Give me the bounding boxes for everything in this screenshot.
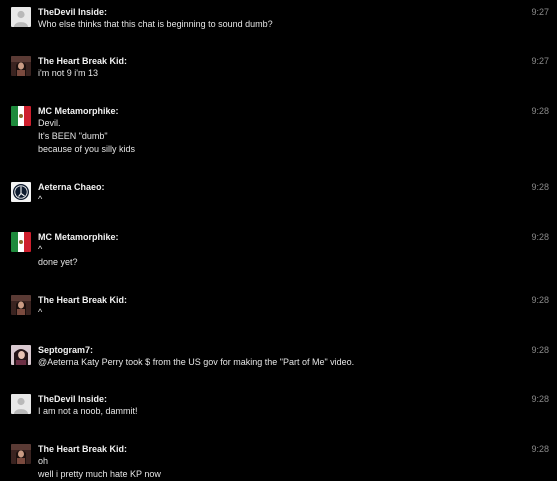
heartbreak-kid-photo-icon[interactable]	[11, 295, 31, 315]
message-timestamp: 9:28	[531, 106, 549, 116]
message-text: @Aeterna Katy Perry took $ from the US g…	[38, 357, 355, 367]
message-author[interactable]: MC Metamorphike:	[38, 105, 119, 117]
heartbreak-kid-photo-icon[interactable]	[11, 444, 31, 464]
message-timestamp: 9:28	[531, 182, 549, 192]
septogram-photo-icon[interactable]	[11, 345, 31, 365]
message-text: oh	[38, 456, 49, 466]
message-text: Devil.	[38, 118, 61, 128]
chat-log: TheDevil Inside: 9:27 Who else thinks th…	[0, 0, 557, 480]
message-text: ^	[38, 194, 43, 204]
message-text: because of you silly kids	[38, 144, 136, 154]
heartbreak-kid-photo-icon[interactable]	[11, 56, 31, 76]
message-author[interactable]: The Heart Break Kid:	[38, 443, 127, 455]
message-timestamp: 9:27	[531, 56, 549, 66]
message-text: I am not a noob, dammit!	[38, 406, 138, 416]
message-text: i'm not 9 i'm 13	[38, 68, 98, 78]
message-text: Who else thinks that this chat is beginn…	[38, 19, 273, 29]
message-timestamp: 9:28	[531, 394, 549, 404]
message-author[interactable]: The Heart Break Kid:	[38, 55, 127, 67]
message-author[interactable]: MC Metamorphike:	[38, 231, 119, 243]
message-text: It's BEEN "dumb"	[38, 131, 108, 141]
message-author[interactable]: Aeterna Chaeo:	[38, 181, 105, 193]
default-user-icon[interactable]	[11, 394, 31, 414]
message-timestamp: 9:28	[531, 232, 549, 242]
message-timestamp: 9:28	[531, 345, 549, 355]
message-author[interactable]: The Heart Break Kid:	[38, 294, 127, 306]
message-text: done yet?	[38, 257, 78, 267]
default-user-icon[interactable]	[11, 7, 31, 27]
message-author[interactable]: Septogram7:	[38, 344, 93, 356]
message-timestamp: 9:28	[531, 444, 549, 454]
mexico-flag-icon[interactable]	[11, 232, 31, 252]
message-text: ^	[38, 307, 43, 317]
message-author[interactable]: TheDevil Inside:	[38, 393, 107, 405]
message-timestamp: 9:28	[531, 295, 549, 305]
message-author[interactable]: TheDevil Inside:	[38, 6, 107, 18]
message-timestamp: 9:27	[531, 7, 549, 17]
message-text: well i pretty much hate KP now	[38, 469, 161, 479]
aeterna-logo-icon[interactable]	[11, 182, 31, 202]
message-text: ^	[38, 244, 43, 254]
mexico-flag-icon[interactable]	[11, 106, 31, 126]
